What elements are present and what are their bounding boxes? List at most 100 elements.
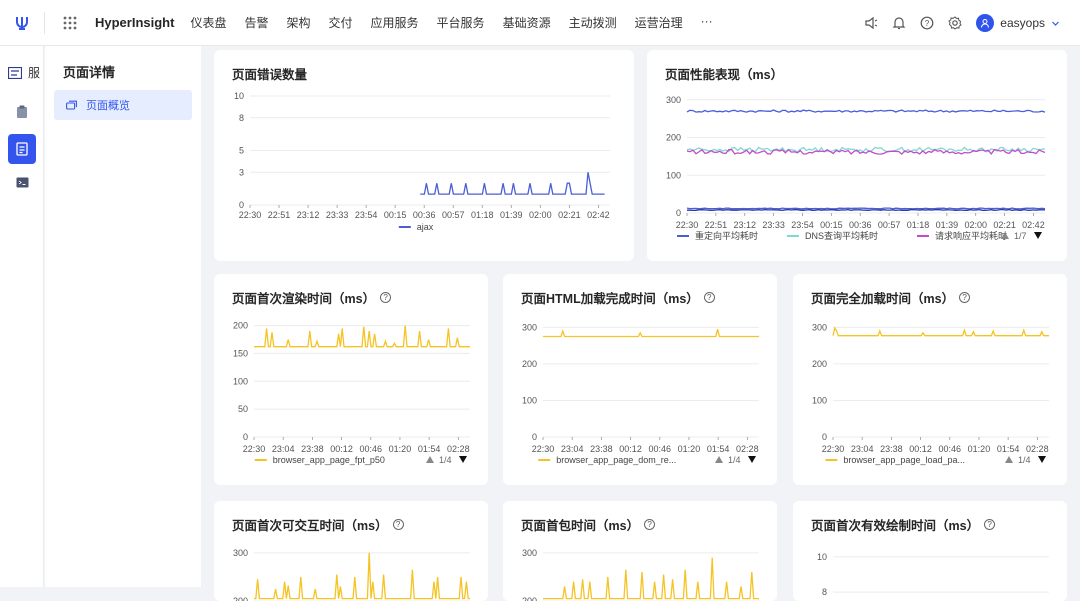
nav-item-infrastructure[interactable]: 基础资源: [503, 14, 551, 31]
y-tick-label: 0: [676, 208, 681, 218]
subnav-item-label: 页面概览: [86, 100, 130, 112]
announcement-icon[interactable]: [864, 16, 878, 30]
pager-prev-icon: [1005, 456, 1013, 463]
x-tick-label: 00:46: [648, 444, 671, 454]
subnav-title: 页面详情: [63, 65, 116, 80]
legend-label: DNS查询平均耗时: [805, 230, 878, 241]
x-tick-label: 02:21: [993, 220, 1016, 230]
y-tick-label: 200: [233, 321, 248, 331]
x-tick-label: 23:33: [326, 210, 349, 220]
x-tick-label: 02:42: [587, 210, 610, 220]
chevron-down-icon: [1052, 21, 1059, 26]
x-tick-label: 00:12: [330, 444, 353, 454]
nav-item-more[interactable]: ···: [701, 14, 713, 31]
legend-label: 请求响应平均耗时: [935, 230, 1007, 241]
nav-item-dashboard[interactable]: 仪表盘: [190, 14, 226, 31]
nav-item-operations[interactable]: 运营治理: [635, 14, 683, 31]
y-tick-label: 0: [239, 200, 244, 210]
legend-label: 重定向平均耗时: [695, 230, 758, 241]
full-load-chart: 0 100 200 300 22:30 23:04 23:38 00:12 00:46 01:20…: [812, 322, 1049, 465]
x-tick-label: 02:00: [529, 210, 552, 220]
document-icon: [16, 142, 28, 156]
nav-item-delivery[interactable]: 交付: [329, 14, 353, 31]
card-full-load-time: 页面完全加载时间（ms）? 0 100 200 300 22:30 23:04 23:38 0…: [793, 274, 1067, 485]
menu-list-icon: [8, 66, 22, 79]
pager-prev-icon: [426, 456, 434, 463]
x-tick-label: 00:36: [413, 210, 436, 220]
y-tick-label: 200: [812, 359, 827, 369]
legend-label: browser_app_page_dom_re...: [556, 455, 676, 465]
logo-icon[interactable]: [0, 0, 44, 46]
card-first-render-time: 页面首次渲染时间（ms）? 0 50 100 150 200 22:30 23:04 23:3…: [214, 274, 488, 485]
card-first-byte-time: 页面首包时间（ms）? 200 300: [503, 501, 777, 601]
y-tick-label: 100: [233, 376, 248, 386]
subnav-item-page-overview[interactable]: 页面概览: [54, 90, 192, 120]
x-tick-label: 01:54: [418, 444, 441, 454]
x-tick-label: 01:39: [936, 220, 959, 230]
y-tick-label: 50: [238, 404, 248, 414]
rail-item-clipboard[interactable]: [8, 98, 36, 126]
series-line: [686, 207, 1046, 210]
x-tick-label: 02:28: [1026, 444, 1049, 454]
user-avatar-icon: [976, 14, 995, 32]
header-actions: ? easyops: [864, 0, 1060, 46]
rail-item-terminal[interactable]: [8, 168, 36, 196]
series-line: [543, 328, 759, 338]
pager-next-icon: [1038, 456, 1046, 463]
x-tick-label: 23:33: [762, 220, 785, 230]
series-line: [254, 552, 470, 600]
x-tick-label: 00:12: [619, 444, 642, 454]
svg-text:?: ?: [925, 19, 930, 28]
help-circle-icon[interactable]: ?: [920, 16, 934, 30]
nav-item-app-services[interactable]: 应用服务: [371, 14, 419, 31]
y-tick-label: 300: [812, 322, 827, 332]
brand-name[interactable]: HyperInsight: [95, 15, 174, 30]
y-tick-label: 300: [666, 95, 681, 105]
x-tick-label: 01:54: [707, 444, 730, 454]
secondary-sidebar: 页面详情 页面概览: [45, 46, 201, 587]
nav-item-architecture[interactable]: 架构: [287, 14, 311, 31]
series-line: [420, 172, 605, 195]
rail-header[interactable]: 服: [8, 64, 40, 81]
nav-item-platform-services[interactable]: 平台服务: [437, 14, 485, 31]
pager-next-icon: [1034, 232, 1042, 239]
rail-item-page-analytics[interactable]: [8, 134, 36, 164]
series-line: [687, 208, 1046, 212]
card-dom-ready-time: 页面HTML加载完成时间（ms）? 0 100 200 300 22:30 23:04 23…: [503, 274, 777, 485]
x-tick-label: 00:36: [849, 220, 872, 230]
x-tick-label: 00:15: [384, 210, 407, 220]
bell-icon[interactable]: [892, 16, 906, 30]
x-tick-label: 23:04: [851, 444, 874, 454]
x-tick-label: 00:12: [909, 444, 932, 454]
settings-gear-icon[interactable]: [948, 16, 963, 30]
user-menu[interactable]: easyops: [976, 14, 1060, 32]
legend-label: browser_app_page_load_pa...: [843, 455, 965, 465]
pager-prev-icon: [715, 456, 723, 463]
y-tick-label: 300: [522, 548, 537, 558]
x-tick-label: 02:21: [558, 210, 581, 220]
x-tick-label: 23:38: [590, 444, 613, 454]
x-tick-label: 02:28: [736, 444, 759, 454]
pager-label: 1/7: [1014, 231, 1027, 241]
series-line: [686, 148, 1046, 155]
nav-item-synthetic-testing[interactable]: 主动拨测: [569, 14, 617, 31]
main-nav: 仪表盘 告警 架构 交付 应用服务 平台服务 基础资源 主动拨测 运营治理 ··…: [190, 14, 730, 31]
x-tick-label: 23:12: [297, 210, 320, 220]
x-tick-label: 01:20: [968, 444, 991, 454]
icon-rail: 服: [0, 46, 44, 587]
x-tick-label: 02:28: [447, 444, 470, 454]
y-tick-label: 8: [822, 587, 827, 597]
y-tick-label: 5: [239, 146, 244, 156]
y-tick-label: 0: [243, 432, 248, 442]
x-tick-label: 00:57: [878, 220, 901, 230]
y-tick-label: 0: [532, 432, 537, 442]
apps-grid-icon[interactable]: [45, 16, 95, 30]
pager-label: 1/4: [439, 455, 452, 465]
series-line: [832, 326, 1049, 337]
x-tick-label: 00:15: [820, 220, 843, 230]
x-tick-label: 00:46: [938, 444, 961, 454]
pager-label: 1/4: [728, 455, 741, 465]
x-tick-label: 23:54: [791, 220, 814, 230]
pager-label: 1/4: [1018, 455, 1031, 465]
nav-item-alerts[interactable]: 告警: [244, 14, 268, 31]
